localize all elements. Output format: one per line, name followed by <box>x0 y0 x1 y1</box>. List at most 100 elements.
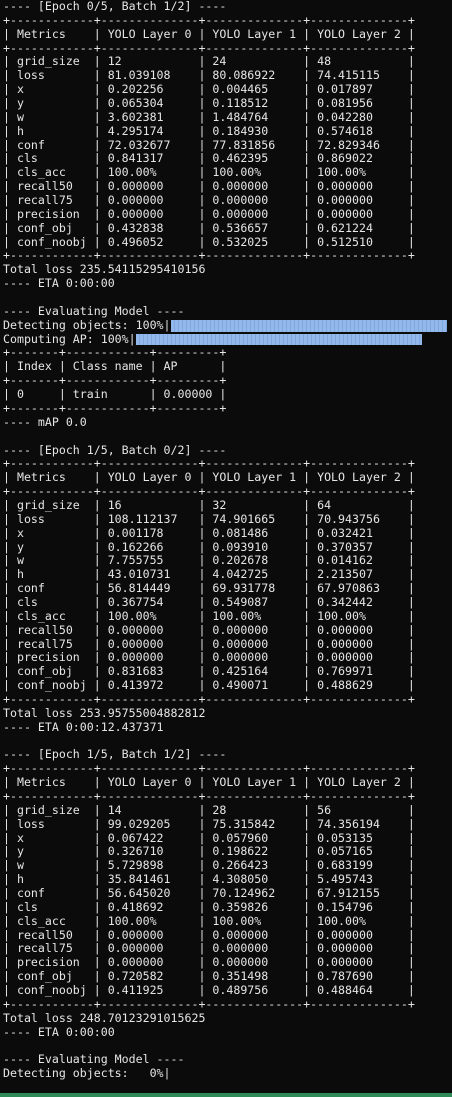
terminal-line-text: | cls | 0.367754 | 0.549087 | 0.342442 | <box>3 595 415 609</box>
terminal-line: | conf | 56.645020 | 70.124962 | 67.9121… <box>3 887 449 901</box>
terminal-line: | grid_size | 12 | 24 | 48 | <box>3 55 449 69</box>
terminal-line: | x | 0.202256 | 0.004465 | 0.017897 | <box>3 83 449 97</box>
terminal-line-text: | conf_noobj | 0.413972 | 0.490071 | 0.4… <box>3 679 415 693</box>
terminal-line-text: +-------+------------+---------+ <box>3 374 227 388</box>
terminal-line-text: | y | 0.162266 | 0.093910 | 0.370357 | <box>3 540 415 554</box>
terminal-line-text: +-------+------------+---------+ <box>3 401 227 415</box>
terminal-line-text: | h | 43.010731 | 4.042725 | 2.213507 | <box>3 568 415 582</box>
terminal-output[interactable]: ---- [Epoch 0/5, Batch 1/2] ---- +-------… <box>3 0 449 1081</box>
terminal-line-text: +------------+--------------+-----------… <box>3 762 415 776</box>
progress-bar <box>135 333 422 346</box>
terminal-line: | cls | 0.367754 | 0.549087 | 0.342442 | <box>3 596 449 610</box>
terminal-line: | y | 0.326710 | 0.198622 | 0.057165 | <box>3 845 449 859</box>
terminal-line: +-------+------------+---------+ <box>3 402 449 416</box>
terminal-line-text: | recall50 | 0.000000 | 0.000000 | 0.000… <box>3 928 415 942</box>
terminal-line-text: | conf | 72.032677 | 77.831856 | 72.8293… <box>3 138 415 152</box>
terminal-line-text: | w | 7.755755 | 0.202678 | 0.014162 | <box>3 554 415 568</box>
terminal-line: | precision | 0.000000 | 0.000000 | 0.00… <box>3 956 449 970</box>
terminal-line: +-------+------------+---------+ <box>3 374 449 388</box>
terminal-line: | precision | 0.000000 | 0.000000 | 0.00… <box>3 651 449 665</box>
terminal-line-text: ---- ETA 0:00:00 <box>3 1025 115 1039</box>
terminal-line-text: ---- ETA 0:00:00 <box>3 277 115 291</box>
terminal-line-text: | Index | Class name | AP | <box>3 360 227 374</box>
terminal-line: +------------+--------------+-----------… <box>3 457 449 471</box>
terminal-line: | Metrics | YOLO Layer 0 | YOLO Layer 1 … <box>3 28 449 42</box>
terminal-line-text: | precision | 0.000000 | 0.000000 | 0.00… <box>3 207 415 221</box>
terminal-line: | y | 0.065304 | 0.118512 | 0.081956 | <box>3 97 449 111</box>
terminal-line-text: | conf_obj | 0.720582 | 0.351498 | 0.787… <box>3 970 415 984</box>
terminal-line-text: | recall50 | 0.000000 | 0.000000 | 0.000… <box>3 623 415 637</box>
terminal-line-text: Total loss 253.95755004882812 <box>3 706 206 720</box>
terminal-line: +------------+--------------+-----------… <box>3 249 449 263</box>
terminal-line: +-------+------------+---------+ <box>3 346 449 360</box>
terminal-line: ---- Evaluating Model ---- <box>3 305 449 319</box>
terminal-line-text: +------------+--------------+-----------… <box>3 997 415 1011</box>
terminal-line: ---- Evaluating Model ---- <box>3 1053 449 1067</box>
terminal-line: ---- [Epoch 1/5, Batch 0/2] ---- <box>3 444 449 458</box>
terminal-line: | grid_size | 14 | 28 | 56 | <box>3 804 449 818</box>
terminal-line-text: | h | 4.295174 | 0.184930 | 0.574618 | <box>3 124 415 138</box>
terminal-line-text: +------------+--------------+-----------… <box>3 457 415 471</box>
terminal-line-text: ---- mAP 0.0 <box>3 415 87 429</box>
terminal-line-text: | Metrics | YOLO Layer 0 | YOLO Layer 1 … <box>3 27 415 41</box>
terminal-line-text: | grid_size | 12 | 24 | 48 | <box>3 55 415 69</box>
terminal-line-text: | recall75 | 0.000000 | 0.000000 | 0.000… <box>3 942 415 956</box>
terminal-line: | cls_acc | 100.00% | 100.00% | 100.00% … <box>3 915 449 929</box>
terminal-line: +------------+--------------+-----------… <box>3 485 449 499</box>
terminal-line-text: ---- ETA 0:00:12.437371 <box>3 720 164 734</box>
terminal-line-text: | cls | 0.418692 | 0.359826 | 0.154796 | <box>3 900 415 914</box>
terminal-line-text: +------------+--------------+-----------… <box>3 249 415 263</box>
terminal-line: | x | 0.067422 | 0.057960 | 0.053135 | <box>3 832 449 846</box>
terminal-line: | conf_noobj | 0.413972 | 0.490071 | 0.4… <box>3 679 449 693</box>
terminal-line-text: | loss | 108.112137 | 74.901665 | 70.943… <box>3 512 415 526</box>
terminal-line: | cls_acc | 100.00% | 100.00% | 100.00% … <box>3 166 449 180</box>
terminal-line-text: Total loss 235.54115295410156 <box>3 263 206 277</box>
terminal-line-text: | x | 0.067422 | 0.057960 | 0.053135 | <box>3 831 415 845</box>
terminal-line-text: ---- [Epoch 1/5, Batch 1/2] ---- <box>3 748 227 762</box>
terminal-line: | Metrics | YOLO Layer 0 | YOLO Layer 1 … <box>3 471 449 485</box>
terminal-line: | loss | 108.112137 | 74.901665 | 70.943… <box>3 513 449 527</box>
terminal-line: Total loss 253.95755004882812 <box>3 707 449 721</box>
terminal-line-text: | cls_acc | 100.00% | 100.00% | 100.00% … <box>3 609 415 623</box>
terminal-line-text: +------------+--------------+-----------… <box>3 692 415 706</box>
terminal-line: | conf_noobj | 0.496052 | 0.532025 | 0.5… <box>3 236 449 250</box>
terminal-line: | w | 7.755755 | 0.202678 | 0.014162 | <box>3 554 449 568</box>
terminal-line: +------------+--------------+-----------… <box>3 790 449 804</box>
terminal-line: | conf | 72.032677 | 77.831856 | 72.8293… <box>3 139 449 153</box>
terminal-line: | h | 43.010731 | 4.042725 | 2.213507 | <box>3 568 449 582</box>
terminal-line-text: | w | 5.729898 | 0.266423 | 0.683199 | <box>3 859 415 873</box>
terminal-line-text: Computing AP: 100%| <box>3 332 136 346</box>
terminal-line-text: | conf_obj | 0.831683 | 0.425164 | 0.769… <box>3 665 415 679</box>
terminal-line: Computing AP: 100%| <box>3 333 449 347</box>
terminal-line-text: | precision | 0.000000 | 0.000000 | 0.00… <box>3 956 415 970</box>
terminal-line-text: +-------+------------+---------+ <box>3 346 227 360</box>
terminal-line: | x | 0.001178 | 0.081486 | 0.032421 | <box>3 527 449 541</box>
terminal-line-text: | x | 0.202256 | 0.004465 | 0.017897 | <box>3 83 415 97</box>
terminal-line: | recall50 | 0.000000 | 0.000000 | 0.000… <box>3 180 449 194</box>
terminal-line: | conf_obj | 0.831683 | 0.425164 | 0.769… <box>3 665 449 679</box>
terminal-line: | precision | 0.000000 | 0.000000 | 0.00… <box>3 208 449 222</box>
terminal-line: | loss | 99.029205 | 75.315842 | 74.3561… <box>3 818 449 832</box>
terminal-line: ---- [Epoch 0/5, Batch 1/2] ---- <box>3 0 449 14</box>
terminal-line-text: +------------+--------------+-----------… <box>3 13 415 27</box>
terminal-line-text: | cls | 0.841317 | 0.462395 | 0.869022 | <box>3 152 415 166</box>
terminal-line: | conf_obj | 0.720582 | 0.351498 | 0.787… <box>3 970 449 984</box>
status-strip <box>0 1093 452 1097</box>
terminal-line: ---- ETA 0:00:12.437371 <box>3 721 449 735</box>
terminal-line: | conf_noobj | 0.411925 | 0.489756 | 0.4… <box>3 984 449 998</box>
terminal-line-text: | cls_acc | 100.00% | 100.00% | 100.00% … <box>3 166 415 180</box>
terminal-line: | recall75 | 0.000000 | 0.000000 | 0.000… <box>3 638 449 652</box>
terminal-line-text: +------------+--------------+-----------… <box>3 789 415 803</box>
terminal-line: ---- mAP 0.0 <box>3 416 449 430</box>
terminal-line-text: +------------+--------------+-----------… <box>3 485 415 499</box>
terminal-line: | Index | Class name | AP | <box>3 360 449 374</box>
terminal-line: +------------+--------------+-----------… <box>3 693 449 707</box>
terminal-line-text: | conf | 56.814449 | 69.931778 | 67.9708… <box>3 582 415 596</box>
terminal-line-text: Detecting objects: 100%| <box>3 318 171 332</box>
terminal-line-text: | h | 35.841461 | 4.308050 | 5.495743 | <box>3 873 415 887</box>
terminal-line-text: | y | 0.326710 | 0.198622 | 0.057165 | <box>3 845 415 859</box>
terminal-line-text: Detecting objects: 0%| <box>3 1067 171 1081</box>
terminal-line: | h | 35.841461 | 4.308050 | 5.495743 | <box>3 873 449 887</box>
